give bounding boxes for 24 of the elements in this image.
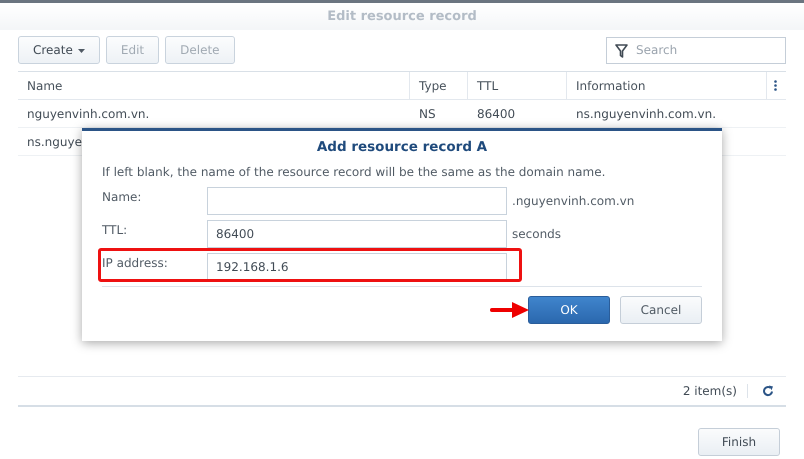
field-label: Name:	[102, 189, 142, 204]
input-field[interactable]	[207, 187, 507, 215]
column-menu-icon[interactable]	[774, 80, 777, 91]
search-field[interactable]: Search	[606, 36, 786, 64]
cancel-button[interactable]: Cancel	[620, 296, 702, 324]
input-field[interactable]: 192.168.1.6	[207, 253, 507, 281]
refresh-icon[interactable]	[762, 385, 774, 397]
field-label: TTL:	[102, 222, 128, 237]
item-count: 2 item(s)	[682, 384, 748, 398]
create-button[interactable]: Create	[18, 36, 100, 64]
finish-button[interactable]: Finish	[698, 428, 780, 456]
field-suffix: .nguyenvinh.com.vn	[512, 194, 634, 208]
dialog-description: If left blank, the name of the resource record will be the same as the domain name.	[102, 165, 606, 179]
caret-icon	[78, 48, 85, 53]
window-title: Edit resource record	[327, 9, 477, 24]
input-field[interactable]: 86400	[207, 220, 507, 248]
field-label: IP address:	[102, 255, 169, 270]
column-header[interactable]: Type	[410, 72, 468, 100]
filter-icon	[615, 44, 628, 58]
column-header[interactable]: Name	[18, 72, 410, 100]
ok-button[interactable]: OK	[528, 296, 610, 324]
column-header[interactable]: TTL	[468, 72, 567, 100]
field-suffix: seconds	[512, 227, 562, 241]
column-header[interactable]: Information	[567, 72, 767, 100]
